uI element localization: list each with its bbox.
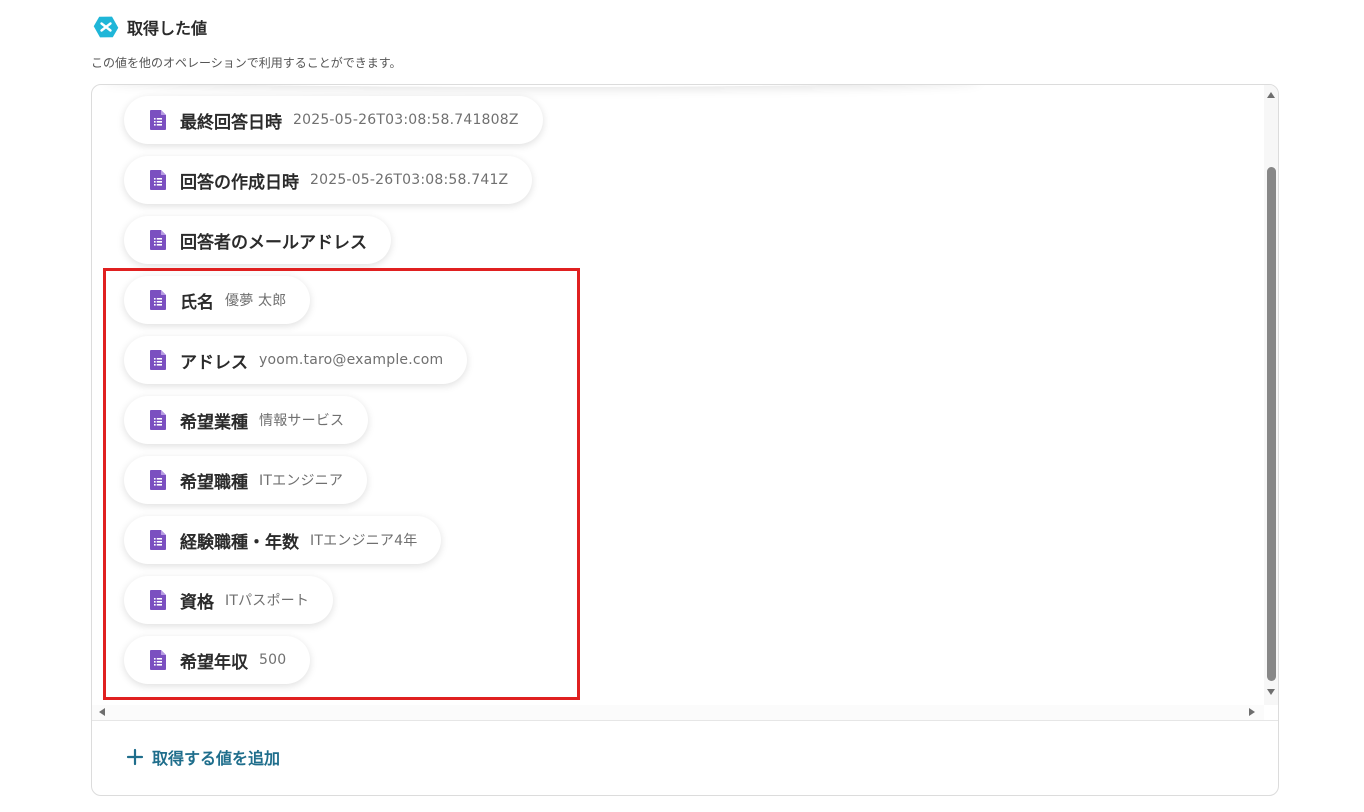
value-chip-value: 2025-05-26T03:08:58.741808Z (293, 112, 519, 128)
section-title: 取得した値 (127, 19, 208, 38)
add-value-label: 取得する値を追加 (152, 749, 281, 768)
yoom-logo-icon (93, 14, 119, 40)
value-chip-response-created-time[interactable]: 回答の作成日時 2025-05-26T03:08:58.741Z (124, 156, 533, 204)
vertical-scroll-thumb[interactable] (1267, 167, 1276, 681)
scroll-left-arrow-icon[interactable] (99, 708, 105, 716)
scroll-top-shadow (102, 85, 982, 87)
section-description: この値を他のオペレーションで利用することができます。 (91, 56, 402, 70)
values-panel: 最終回答日時 2025-05-26T03:08:58.741808Z 回答の作成… (91, 84, 1279, 796)
values-list: 最終回答日時 2025-05-26T03:08:58.741808Z 回答の作成… (92, 85, 1264, 705)
scroll-right-arrow-icon[interactable] (1249, 708, 1255, 716)
section-header: 取得した値 (93, 14, 207, 40)
plus-icon (126, 748, 144, 766)
scroll-up-arrow-icon[interactable] (1267, 92, 1275, 98)
google-forms-doc-icon (150, 170, 166, 190)
add-value-button[interactable]: 取得する値を追加 (126, 745, 280, 769)
horizontal-scrollbar[interactable] (92, 705, 1264, 720)
value-chip-label: 回答の作成日時 (180, 172, 299, 193)
scroll-down-arrow-icon[interactable] (1267, 689, 1275, 695)
value-chip-last-response-time[interactable]: 最終回答日時 2025-05-26T03:08:58.741808Z (124, 96, 543, 144)
value-chip-label: 最終回答日時 (180, 112, 282, 133)
value-chip-label: 回答者のメールアドレス (180, 232, 367, 253)
value-chip-respondent-email[interactable]: 回答者のメールアドレス (124, 216, 391, 264)
google-forms-doc-icon (150, 110, 166, 130)
vertical-scrollbar[interactable] (1264, 85, 1278, 705)
google-forms-doc-icon (150, 230, 166, 250)
highlight-box (103, 268, 580, 700)
divider (92, 720, 1278, 721)
value-chip-value: 2025-05-26T03:08:58.741Z (310, 172, 509, 188)
